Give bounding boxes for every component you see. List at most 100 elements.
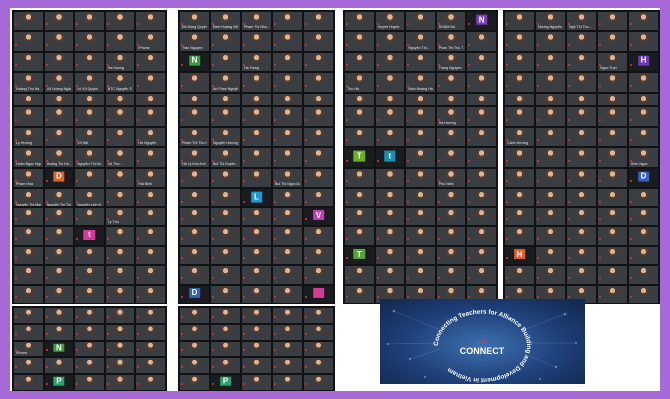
mic-muted-icon [274, 315, 276, 318]
participant-tile [629, 107, 658, 126]
participant-tile [14, 324, 43, 340]
participant-name: Vũ Hoàng Ngân [46, 86, 72, 91]
mic-muted-icon [15, 118, 17, 121]
mic-muted-icon [76, 118, 79, 121]
mic-muted-icon [537, 276, 539, 279]
mic-muted-icon [243, 159, 245, 162]
mic-muted-icon [599, 23, 601, 26]
participant-tile [180, 375, 209, 390]
mic-muted-icon [212, 276, 214, 279]
mic-muted-icon [568, 118, 570, 121]
mic-muted-icon [181, 84, 183, 87]
mic-muted-icon [376, 139, 379, 142]
mic-muted-icon [137, 349, 140, 352]
participant-tile [44, 227, 74, 245]
participant-tile [406, 107, 435, 126]
mic-muted-icon [407, 180, 410, 183]
mic-muted-icon [506, 276, 508, 279]
mic-muted-icon [506, 201, 508, 203]
mic-muted-icon [212, 257, 214, 260]
participant-tile [406, 246, 435, 265]
mic-muted-icon [407, 218, 410, 221]
mic-muted-icon [506, 257, 508, 260]
mic-muted-icon [106, 237, 109, 240]
participant-tile [536, 127, 565, 147]
mic-muted-icon [137, 118, 140, 121]
gallery-screenshot: Lý Thu t [12, 206, 167, 304]
participant-tile [598, 227, 627, 245]
participant-tile [505, 148, 534, 167]
participant-tile [211, 227, 240, 245]
participant-tile [304, 168, 333, 188]
participant-tile [536, 52, 565, 72]
participant-tile [242, 246, 271, 265]
mic-muted-icon [76, 237, 79, 240]
mic-muted-icon [243, 315, 245, 318]
participant-tile [211, 32, 240, 51]
mic-muted-icon [537, 139, 539, 142]
participant-tile: Hoàng Thu Hà [14, 73, 43, 92]
participant-tile [406, 168, 435, 188]
mic-muted-icon [599, 159, 601, 162]
mic-muted-icon [45, 43, 48, 46]
participant-tile [180, 341, 209, 357]
mic-muted-icon [274, 276, 276, 279]
mic-muted-icon [137, 201, 140, 203]
participant-avatar: L [250, 191, 263, 203]
mic-muted-icon [15, 257, 17, 260]
participant-tile [242, 375, 271, 390]
mic-muted-icon [274, 257, 276, 260]
mic-muted-icon [243, 84, 245, 87]
mic-muted-icon [243, 349, 245, 352]
participant-tile [375, 246, 405, 265]
participant-tile: Ninh Hoàng Hà [406, 73, 435, 92]
mic-muted-icon [137, 315, 140, 318]
mic-muted-icon [506, 159, 508, 162]
participant-tile [467, 52, 496, 72]
participant-tile [105, 107, 135, 126]
gallery-screenshot: Lý Hương Vũ Hải Hà Nguyễn Hoàn Ngọc Ngu... H… [12, 105, 167, 209]
mic-muted-icon [15, 383, 17, 385]
participant-tile [536, 266, 565, 284]
mic-muted-icon [243, 366, 245, 369]
mic-muted-icon [15, 43, 17, 46]
mic-muted-icon [76, 276, 79, 279]
mic-muted-icon [305, 218, 307, 221]
mic-muted-icon [45, 332, 48, 335]
mic-muted-icon [407, 159, 410, 162]
mic-muted-icon [437, 276, 440, 279]
participant-tile: Hà Lý Kim Anh [180, 148, 209, 167]
participant-tile [567, 107, 596, 126]
participant-tile: Phú Ninh [436, 168, 466, 188]
participant-name: Vũ Thu... [107, 161, 123, 166]
mic-muted-icon [376, 159, 379, 162]
participant-tile [44, 266, 74, 284]
mic-muted-icon [506, 296, 508, 298]
mic-muted-icon [181, 257, 183, 260]
participant-tile [598, 32, 627, 51]
mic-muted-icon [106, 118, 109, 121]
participant-tile [180, 227, 209, 245]
participant-tile [14, 308, 43, 323]
mic-muted-icon [305, 383, 307, 385]
participant-tile [273, 227, 302, 245]
participant-tile [105, 127, 135, 147]
participant-tile [375, 168, 405, 188]
mic-muted-icon [243, 296, 245, 298]
participant-tile [180, 107, 209, 126]
mic-muted-icon [376, 276, 379, 279]
mic-muted-icon [212, 180, 214, 183]
participant-tile [567, 208, 596, 226]
participant-tile [598, 285, 627, 303]
participant-tile [242, 227, 271, 245]
mic-muted-icon [305, 349, 307, 352]
mic-muted-icon [181, 276, 183, 279]
participant-name: Ha Huong [107, 66, 124, 71]
participant-tile [467, 208, 496, 226]
participant-tile [375, 127, 405, 147]
participant-tile [136, 341, 165, 357]
mic-muted-icon [15, 296, 17, 298]
mic-muted-icon [506, 23, 508, 26]
mic-muted-icon [468, 296, 471, 298]
participant-tile [345, 227, 374, 245]
